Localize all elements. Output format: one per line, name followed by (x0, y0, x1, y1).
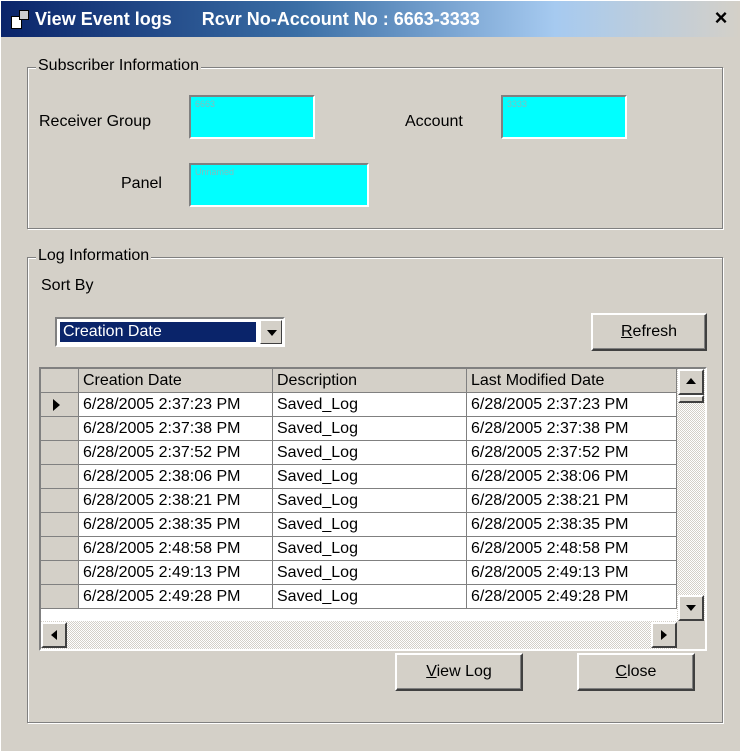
view-log-label: iew Log (436, 663, 492, 680)
row-selector[interactable] (41, 489, 79, 513)
cell-description[interactable]: Saved_Log (273, 537, 467, 561)
cell-creation-date[interactable]: 6/28/2005 2:37:23 PM (79, 393, 273, 417)
cell-description[interactable]: Saved_Log (273, 465, 467, 489)
receiver-group-label: Receiver Group (39, 113, 152, 130)
sort-dropdown-button[interactable] (260, 320, 282, 344)
horizontal-scrollbar[interactable] (41, 621, 677, 649)
cell-creation-date[interactable]: 6/28/2005 2:37:52 PM (79, 441, 273, 465)
table-row[interactable]: 6/28/2005 2:38:35 PM Saved_Log 6/28/2005 2… (41, 513, 677, 537)
table-row[interactable]: 6/28/2005 2:37:38 PM Saved_Log 6/28/2005 2… (41, 417, 677, 441)
table-row[interactable]: 6/28/2005 2:37:52 PM Saved_Log 6/28/2005 2… (41, 441, 677, 465)
chevron-down-icon (267, 330, 277, 336)
sort-by-label: Sort By (41, 277, 94, 294)
close-label: lose (627, 663, 657, 680)
cell-last-modified[interactable]: 6/28/2005 2:49:28 PM (467, 585, 677, 609)
row-selector[interactable] (41, 393, 79, 417)
scroll-right-button[interactable] (651, 622, 677, 648)
table-row[interactable]: 6/28/2005 2:37:23 PM Saved_Log 6/28/2005 2… (41, 393, 677, 417)
log-info-legend: Log Information (36, 247, 152, 265)
scroll-left-button[interactable] (41, 622, 67, 648)
scroll-down-icon (686, 605, 696, 611)
subscriber-info-group: Subscriber Information (27, 57, 723, 229)
cell-last-modified[interactable]: 6/28/2005 2:37:52 PM (467, 441, 677, 465)
cell-last-modified[interactable]: 6/28/2005 2:38:35 PM (467, 513, 677, 537)
cell-creation-date[interactable]: 6/28/2005 2:37:38 PM (79, 417, 273, 441)
panel-field[interactable]: Unnamed (189, 163, 369, 207)
cell-description[interactable]: Saved_Log (273, 513, 467, 537)
refresh-mnemonic: R (620, 323, 633, 340)
cell-last-modified[interactable]: 6/28/2005 2:37:23 PM (467, 393, 677, 417)
table-row[interactable]: 6/28/2005 2:38:21 PM Saved_Log 6/28/2005 2… (41, 489, 677, 513)
receiver-group-field[interactable]: 6663 (189, 95, 315, 139)
cell-description[interactable]: Saved_Log (273, 393, 467, 417)
scroll-up-button[interactable] (678, 369, 704, 395)
row-selector[interactable] (41, 465, 79, 489)
col-header-creation-date[interactable]: Creation Date (79, 369, 273, 393)
row-selector[interactable] (41, 441, 79, 465)
row-pointer-icon (53, 399, 60, 411)
refresh-button[interactable]: Refresh (591, 313, 707, 351)
cell-creation-date[interactable]: 6/28/2005 2:38:35 PM (79, 513, 273, 537)
cell-description[interactable]: Saved_Log (273, 561, 467, 585)
close-icon[interactable]: × (708, 5, 734, 31)
close-button[interactable]: Close (577, 653, 695, 691)
account-field[interactable]: 3333 (501, 95, 627, 139)
cell-last-modified[interactable]: 6/28/2005 2:48:58 PM (467, 537, 677, 561)
sort-by-select[interactable]: Creation Date (55, 317, 285, 347)
header-selector-cell (41, 369, 79, 393)
subscriber-info-legend: Subscriber Information (36, 57, 201, 75)
cell-last-modified[interactable]: 6/28/2005 2:49:13 PM (467, 561, 677, 585)
cell-last-modified[interactable]: 6/28/2005 2:37:38 PM (467, 417, 677, 441)
cell-description[interactable]: Saved_Log (273, 441, 467, 465)
vertical-scrollbar[interactable] (677, 369, 705, 621)
scroll-right-icon (661, 630, 667, 640)
vertical-scroll-thumb[interactable] (678, 395, 704, 403)
title-bar[interactable]: View Event logs Rcvr No-Account No : 666… (1, 1, 740, 37)
close-mnemonic: C (615, 663, 628, 680)
log-table[interactable]: Creation Date Description Last Modified … (39, 367, 707, 651)
row-selector[interactable] (41, 585, 79, 609)
row-selector[interactable] (41, 537, 79, 561)
cell-description[interactable]: Saved_Log (273, 489, 467, 513)
scrollbar-corner (677, 621, 705, 649)
table-row[interactable]: 6/28/2005 2:48:58 PM Saved_Log 6/28/2005 2… (41, 537, 677, 561)
table-row[interactable]: 6/28/2005 2:49:28 PM Saved_Log 6/28/2005 2… (41, 585, 677, 609)
panel-label: Panel (121, 175, 162, 192)
col-header-last-modified[interactable]: Last Modified Date (467, 369, 677, 393)
scroll-left-icon (51, 630, 57, 640)
row-selector[interactable] (41, 561, 79, 585)
scroll-up-icon (686, 378, 696, 384)
cell-creation-date[interactable]: 6/28/2005 2:48:58 PM (79, 537, 273, 561)
view-log-mnemonic: V (426, 663, 437, 680)
event-log-window: View Event logs Rcvr No-Account No : 666… (0, 0, 741, 752)
window-subtitle: Rcvr No-Account No : 6663-3333 (201, 8, 480, 29)
table-row[interactable]: 6/28/2005 2:49:13 PM Saved_Log 6/28/2005 2… (41, 561, 677, 585)
sort-by-value: Creation Date (59, 321, 257, 343)
cell-creation-date[interactable]: 6/28/2005 2:49:13 PM (79, 561, 273, 585)
cell-description[interactable]: Saved_Log (273, 417, 467, 441)
app-icon (9, 8, 31, 30)
cell-description[interactable]: Saved_Log (273, 585, 467, 609)
row-selector[interactable] (41, 513, 79, 537)
table-header-row: Creation Date Description Last Modified … (41, 369, 677, 393)
cell-creation-date[interactable]: 6/28/2005 2:38:21 PM (79, 489, 273, 513)
account-label: Account (405, 113, 463, 130)
window-title: View Event logs (35, 8, 172, 29)
col-header-description[interactable]: Description (273, 369, 467, 393)
view-log-button[interactable]: View Log (395, 653, 523, 691)
row-selector[interactable] (41, 417, 79, 441)
table-row[interactable]: 6/28/2005 2:38:06 PM Saved_Log 6/28/2005 2… (41, 465, 677, 489)
cell-last-modified[interactable]: 6/28/2005 2:38:21 PM (467, 489, 677, 513)
refresh-label: efresh (632, 323, 678, 340)
cell-last-modified[interactable]: 6/28/2005 2:38:06 PM (467, 465, 677, 489)
cell-creation-date[interactable]: 6/28/2005 2:49:28 PM (79, 585, 273, 609)
cell-creation-date[interactable]: 6/28/2005 2:38:06 PM (79, 465, 273, 489)
scroll-down-button[interactable] (678, 595, 704, 621)
